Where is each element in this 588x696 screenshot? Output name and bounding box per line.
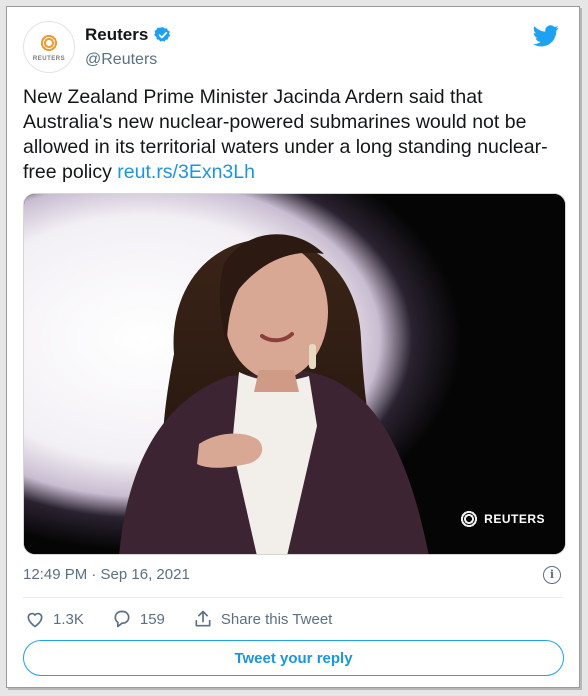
tweet-body: New Zealand Prime Minister Jacinda Arder… (23, 86, 548, 183)
watermark-label: REUTERS (484, 512, 545, 526)
tweet-card: REUTERS Reuters @Reuters New Zealand Pri… (6, 6, 580, 688)
account-name[interactable]: Reuters (85, 25, 148, 45)
verified-badge-icon (154, 27, 171, 42)
tweet-header: REUTERS Reuters @Reuters (23, 21, 565, 77)
twitter-bird-icon[interactable] (533, 25, 559, 47)
share-icon (195, 610, 211, 627)
name-row: Reuters (85, 25, 172, 45)
tweet-reply-button[interactable]: Tweet your reply (23, 640, 564, 676)
avatar[interactable]: REUTERS (23, 21, 75, 73)
reuters-logo-icon (460, 510, 479, 528)
reply-bubble-icon (114, 610, 130, 628)
share-action[interactable]: Share this Tweet (193, 609, 332, 629)
reply-action[interactable]: 159 (112, 609, 165, 629)
tweet-image[interactable]: REUTERS (23, 193, 566, 555)
account-handle[interactable]: @Reuters (85, 51, 157, 69)
like-count: 1.3K (53, 610, 84, 628)
tweet-link[interactable]: reut.rs/3Exn3Lh (117, 161, 255, 183)
tweet-timestamp[interactable]: 12:49 PM · Sep 16, 2021 (23, 566, 190, 583)
reuters-logo-icon (39, 32, 59, 53)
reuters-watermark: REUTERS (460, 510, 545, 528)
info-icon[interactable]: i (543, 566, 561, 584)
tweet-actions: 1.3K 159 Share this Tweet (25, 609, 360, 629)
tweet-text: New Zealand Prime Minister Jacinda Arder… (23, 85, 569, 185)
photo-ardern (24, 194, 565, 554)
heart-icon (27, 612, 43, 628)
reply-count: 159 (139, 610, 165, 628)
divider (23, 597, 563, 598)
avatar-wordmark: REUTERS (32, 55, 66, 62)
like-action[interactable]: 1.3K (25, 609, 84, 629)
share-label: Share this Tweet (220, 610, 333, 628)
